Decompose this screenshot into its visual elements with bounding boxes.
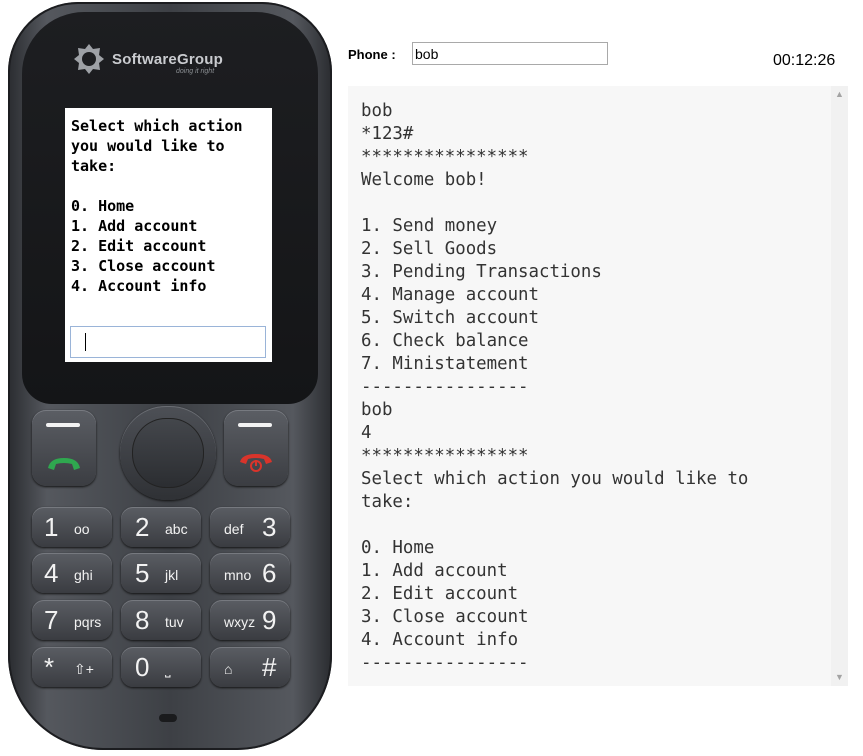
key-number: 6 — [262, 558, 277, 588]
mobile-phone: SoftwareGroup doing it right Select whic… — [8, 2, 332, 750]
session-log[interactable]: bob *123# **************** Welcome bob! … — [348, 86, 848, 686]
ussd-reply-input[interactable] — [70, 326, 266, 358]
call-icon — [48, 458, 80, 470]
phone-screen: Select which action you would like to ta… — [65, 108, 272, 362]
key-letters: def — [224, 521, 244, 537]
text-caret — [85, 333, 86, 351]
phone-label: Phone : — [348, 47, 396, 62]
key-letters: mno — [224, 567, 252, 583]
select-key[interactable] — [132, 418, 204, 488]
scroll-down-arrow-icon[interactable]: ▼ — [831, 669, 848, 686]
softkey-bar — [238, 423, 272, 427]
key-letters: ⇧+ — [74, 661, 94, 677]
navigation-key[interactable] — [120, 406, 216, 500]
key-letters: abc — [165, 521, 188, 537]
key-9[interactable]: 9 wxyz — [210, 600, 290, 640]
right-softkey[interactable] — [224, 410, 288, 486]
key-number: 7 — [44, 605, 59, 635]
key-letters: oo — [74, 521, 90, 537]
session-log-text: bob *123# **************** Welcome bob! … — [361, 101, 749, 673]
key-1[interactable]: 1 oo — [32, 507, 112, 547]
key-letters: ⌂ — [224, 661, 233, 677]
key-5[interactable]: 5 jkl — [121, 553, 201, 593]
key-star[interactable]: * ⇧+ — [32, 647, 112, 687]
key-7[interactable]: 7 pqrs — [32, 600, 112, 640]
key-6[interactable]: 6 mno — [210, 553, 290, 593]
key-number: * — [44, 652, 55, 682]
key-number: 8 — [135, 605, 150, 635]
key-number: 2 — [135, 512, 150, 542]
brand-tagline: doing it right — [176, 68, 215, 75]
end-call-icon — [240, 454, 272, 472]
softkey-bar — [46, 423, 80, 427]
key-4[interactable]: 4 ghi — [32, 553, 112, 593]
key-hash[interactable]: # ⌂ — [210, 647, 290, 687]
key-number: 4 — [44, 558, 59, 588]
left-softkey[interactable] — [32, 410, 96, 486]
scroll-up-arrow-icon[interactable]: ▲ — [831, 86, 848, 103]
key-letters: pqrs — [74, 614, 102, 630]
session-timer: 00:12:26 — [773, 52, 836, 69]
key-number: 5 — [135, 558, 150, 588]
key-number: 9 — [262, 605, 277, 635]
key-letters: ⎵ — [165, 661, 171, 677]
key-letters: wxyz — [224, 614, 256, 630]
key-number: 3 — [262, 512, 277, 542]
key-letters: tuv — [165, 614, 184, 630]
key-3[interactable]: 3 def — [210, 507, 290, 547]
key-8[interactable]: 8 tuv — [121, 600, 201, 640]
key-letters: ghi — [74, 567, 93, 583]
microphone-slot — [159, 714, 177, 722]
key-number: 1 — [44, 512, 59, 542]
ussd-menu-text: Select which action you would like to ta… — [71, 117, 243, 295]
key-0[interactable]: 0 ⎵ — [121, 647, 201, 687]
scroll-track[interactable] — [834, 103, 845, 669]
phone-number-input[interactable] — [412, 42, 608, 65]
key-number: 0 — [135, 652, 150, 682]
key-number: # — [262, 652, 277, 682]
key-2[interactable]: 2 abc — [121, 507, 201, 547]
key-letters: jkl — [165, 567, 179, 583]
vertical-scrollbar[interactable]: ▲ ▼ — [831, 86, 848, 686]
softwaregroup-logo-icon — [74, 44, 104, 74]
brand-name: SoftwareGroup — [112, 50, 223, 68]
